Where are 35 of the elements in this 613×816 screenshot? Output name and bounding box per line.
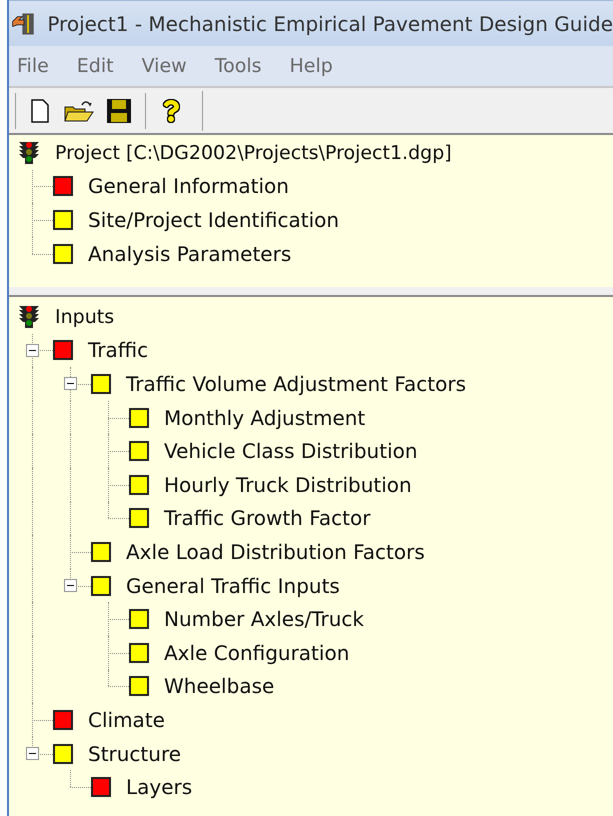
collapse-button[interactable] [26, 344, 39, 357]
tree-item[interactable]: Layers [126, 772, 192, 802]
tree-item[interactable]: Monthly Adjustment [164, 402, 366, 433]
tree-item[interactable]: Traffic Growth Factor [164, 503, 370, 534]
collapse-button[interactable] [64, 578, 77, 592]
tree-item[interactable]: Analysis Parameters [88, 238, 292, 269]
tree-item[interactable]: Climate [88, 704, 165, 735]
collapse-button[interactable] [64, 377, 77, 390]
window-title: Project1 - Mechanistic Empirical Pavement Design Guide [47, 10, 613, 38]
open-folder-icon[interactable] [64, 98, 94, 122]
tree-root[interactable]: Project [C:\DG2002\Projects\Project1.dgp] [55, 138, 452, 168]
tree-item[interactable]: Vehicle Class Distribution [164, 436, 418, 466]
collapse-button[interactable] [26, 746, 39, 760]
menu-item[interactable]: Edit [76, 52, 114, 80]
tree-item[interactable]: Number Axles/Truck [164, 604, 364, 634]
save-icon[interactable] [106, 98, 132, 124]
tree-item[interactable]: Structure [88, 738, 182, 769]
pane-splitter[interactable] [9, 287, 613, 297]
tree-item[interactable]: Site/Project Identification [88, 204, 340, 235]
tree-item[interactable]: Hourly Truck Distribution [164, 470, 412, 500]
tree-item[interactable]: Traffic Volume Adjustment Factors [126, 368, 466, 399]
tree-root[interactable]: Inputs [55, 302, 114, 332]
traffic-light-icon [17, 304, 41, 330]
tree-item[interactable]: Axle Load Distribution Factors [126, 536, 425, 567]
menu-item[interactable]: Tools [214, 52, 262, 80]
tree-item[interactable]: General Traffic Inputs [126, 570, 340, 601]
tree-item[interactable]: General Information [88, 171, 289, 202]
menu-item[interactable]: Help [290, 52, 333, 80]
tree-item[interactable]: Traffic [88, 335, 148, 366]
tree-item[interactable]: Axle Configuration [164, 638, 350, 668]
tree-item[interactable]: Wheelbase [164, 671, 274, 702]
new-file-icon[interactable] [30, 98, 50, 122]
traffic-light-icon [17, 140, 41, 166]
menu-item[interactable]: View [142, 52, 187, 80]
menu-item[interactable]: File [17, 52, 49, 80]
